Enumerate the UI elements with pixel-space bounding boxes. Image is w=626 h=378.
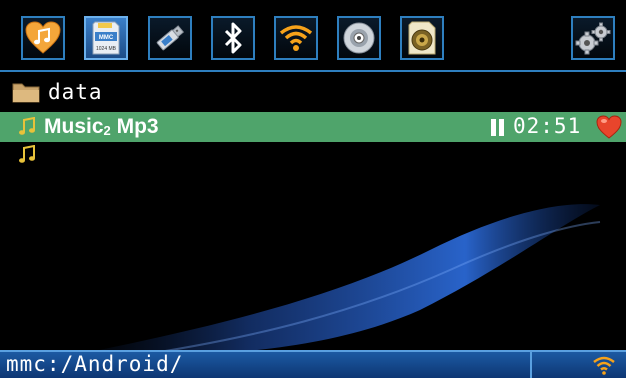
pause-icon[interactable] [491,119,505,136]
favorite-heart-icon[interactable] [596,115,622,139]
toolbar-divider [0,70,626,72]
favorites-music-button[interactable] [21,16,65,60]
disc-icon [343,22,375,54]
heart-music-icon [25,21,61,54]
speaker-icon [408,21,436,55]
bluetooth-button[interactable] [211,16,255,60]
toolbar: MMC 1024 MB [0,0,626,70]
card-label: MMC [99,35,114,41]
track-title-main: Music [44,115,104,138]
background-wave [60,204,601,358]
cd-button[interactable] [337,16,381,60]
list-item-track-selected[interactable]: Music2 Mp3 02:51 [0,112,626,142]
wifi-button[interactable] [274,16,318,60]
bluetooth-icon [224,22,242,54]
sd-card-icon: MMC 1024 MB [92,21,120,55]
mmc-card-button[interactable]: MMC 1024 MB [84,16,128,60]
list-item-folder[interactable]: data [0,77,626,107]
speaker-button[interactable] [400,16,444,60]
wifi-status-icon [593,356,615,375]
track-title-tail: Mp3 [110,115,159,138]
list-item-music-note-icon[interactable] [18,145,36,165]
status-divider [530,352,532,378]
folder-label: data [48,80,103,104]
status-bar: mmc:/Android/ [0,350,626,378]
track-title-sub: 2 [103,123,111,138]
settings-button[interactable] [571,16,615,60]
gears-icon [575,22,611,55]
usb-button[interactable] [148,16,192,60]
folder-icon [12,83,40,103]
usb-drive-icon [156,25,185,51]
wifi-icon [279,25,313,51]
music-note-icon [19,117,35,135]
track-time: 02:51 [513,114,582,138]
current-path: mmc:/Android/ [6,352,184,376]
track-title: Music2 Mp3 [44,115,159,139]
card-size: 1024 MB [96,46,117,52]
